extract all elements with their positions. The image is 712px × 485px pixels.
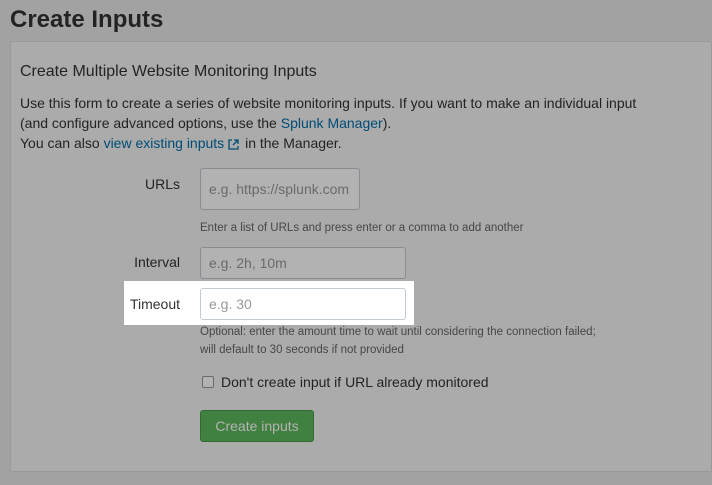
create-inputs-button[interactable]: Create inputs xyxy=(200,410,314,442)
dont-create-checkbox-label[interactable]: Don't create input if URL already monito… xyxy=(221,374,489,390)
urls-label: URLs xyxy=(144,176,180,192)
splunk-manager-link[interactable]: Splunk Manager xyxy=(281,115,383,131)
timeout-help-line1: Optional: enter the amount time to wait … xyxy=(200,326,596,338)
timeout-label: Timeout xyxy=(129,296,180,312)
dont-create-checkbox[interactable] xyxy=(202,376,214,388)
timeout-input[interactable] xyxy=(200,288,406,320)
external-link-icon[interactable] xyxy=(228,135,239,155)
intro-line2-end: in the Manager. xyxy=(241,135,342,151)
interval-input[interactable] xyxy=(200,247,406,279)
timeout-help: Optional: enter the amount time to wait … xyxy=(200,323,596,359)
view-existing-inputs-link[interactable]: view existing inputs xyxy=(104,135,225,151)
section-title: Create Multiple Website Monitoring Input… xyxy=(20,63,317,80)
intro-text: Use this form to create a series of webs… xyxy=(20,93,640,155)
urls-help: Enter a list of URLs and press enter or … xyxy=(200,222,524,234)
page-title: Create Inputs xyxy=(10,6,164,33)
urls-input[interactable] xyxy=(200,168,360,210)
interval-label: Interval xyxy=(134,254,180,270)
intro-line2-start: You can also xyxy=(20,135,104,151)
intro-line1-end: ). xyxy=(382,115,392,131)
timeout-help-line2: will default to 30 seconds if not provid… xyxy=(200,344,404,356)
